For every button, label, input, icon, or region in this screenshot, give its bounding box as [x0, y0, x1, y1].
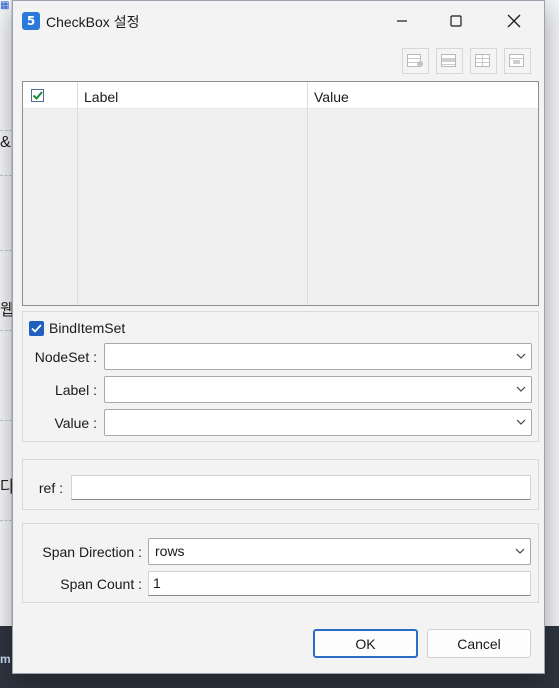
- column-divider: [77, 82, 78, 305]
- move-row-down-button[interactable]: [504, 48, 531, 74]
- span-count-value: 1: [153, 575, 161, 591]
- value-field-label: Value :: [54, 415, 97, 431]
- move-up-icon: [475, 54, 490, 67]
- table-header: Label Value: [23, 82, 538, 109]
- background-divider: [0, 420, 12, 421]
- chevron-down-icon: [516, 353, 526, 359]
- checkbox-settings-dialog: 5 CheckBox 설정 Label Value BindItemSet No…: [12, 0, 545, 674]
- span-direction-label: Span Direction :: [42, 544, 142, 560]
- delete-row-button[interactable]: [436, 48, 463, 74]
- minimize-icon: [397, 20, 407, 22]
- background-divider: [0, 250, 12, 251]
- background-text: m: [0, 652, 11, 666]
- cancel-button[interactable]: Cancel: [427, 629, 531, 658]
- background-divider: [0, 520, 12, 521]
- background-app-icon: ▦: [0, 0, 10, 11]
- span-direction-select[interactable]: rows: [148, 538, 531, 565]
- background-divider: [0, 130, 12, 131]
- minimize-button[interactable]: [379, 1, 425, 41]
- span-count-input[interactable]: 1: [148, 571, 531, 596]
- ok-button[interactable]: OK: [313, 629, 418, 658]
- close-icon: [507, 14, 521, 28]
- window-title: CheckBox 설정: [46, 14, 140, 30]
- close-button[interactable]: [491, 1, 537, 41]
- move-down-icon: [509, 54, 524, 67]
- label-select[interactable]: [104, 376, 532, 403]
- checkmark-icon: [31, 324, 42, 333]
- chevron-down-icon: [516, 419, 526, 425]
- binditemset-checkbox[interactable]: [29, 321, 44, 336]
- chevron-down-icon: [516, 386, 526, 392]
- background-text: &: [0, 134, 11, 151]
- column-divider: [307, 82, 308, 305]
- app-logo-icon: 5: [22, 12, 40, 30]
- label-field-label: Label :: [54, 382, 97, 398]
- span-count-label: Span Count :: [60, 576, 142, 592]
- ref-label: ref :: [38, 480, 63, 496]
- add-row-button[interactable]: [402, 48, 429, 74]
- select-all-checkbox[interactable]: [31, 89, 44, 102]
- background-text: 다: [0, 479, 12, 496]
- background-right-panel: [544, 0, 559, 688]
- background-divider: [0, 175, 12, 176]
- move-row-up-button[interactable]: [470, 48, 497, 74]
- chevron-down-icon: [515, 548, 525, 554]
- items-table[interactable]: Label Value: [22, 81, 539, 306]
- nodeset-select[interactable]: [104, 343, 532, 370]
- value-select[interactable]: [104, 409, 532, 436]
- maximize-button[interactable]: [433, 1, 479, 41]
- title-bar[interactable]: 5 CheckBox 설정: [13, 1, 544, 41]
- checkmark-icon: [32, 91, 43, 100]
- ref-input[interactable]: [71, 475, 531, 500]
- add-row-icon: [407, 54, 423, 67]
- nodeset-label: NodeSet :: [34, 349, 97, 365]
- delete-row-icon: [441, 54, 456, 67]
- background-left-panel: [0, 0, 12, 688]
- maximize-icon: [450, 15, 462, 27]
- background-divider: [0, 330, 12, 331]
- span-direction-value: rows: [155, 543, 185, 559]
- binditemset-label: BindItemSet: [49, 320, 126, 336]
- column-header-label[interactable]: Label: [84, 89, 118, 105]
- background-text: 웹: [0, 302, 12, 319]
- column-header-value[interactable]: Value: [314, 89, 349, 105]
